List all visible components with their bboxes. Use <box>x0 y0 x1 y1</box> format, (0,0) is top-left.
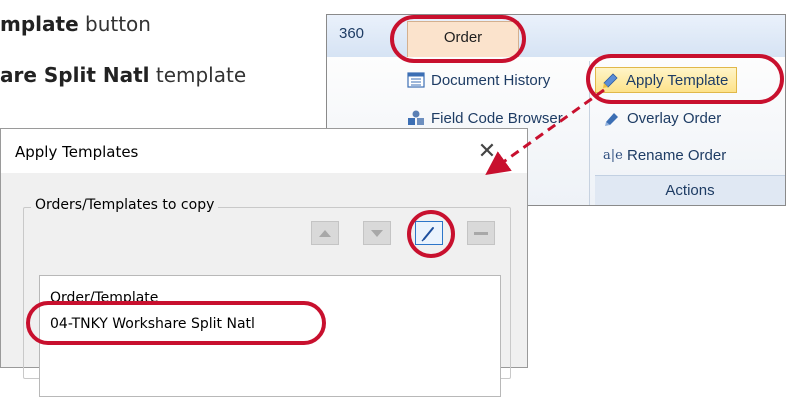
rename-icon: a|e <box>603 148 623 163</box>
ribbon-group-separator <box>589 61 590 205</box>
move-down-button[interactable] <box>363 221 391 245</box>
edit-button[interactable] <box>415 221 443 245</box>
overlay-order-label: Overlay Order <box>627 109 722 127</box>
triangle-up-icon <box>319 230 331 237</box>
instruction-line-1-bold: mplate <box>0 12 79 36</box>
document-history-button[interactable]: Document History <box>407 71 550 89</box>
tab-360[interactable]: 360 <box>339 25 364 42</box>
pencil-icon <box>421 227 434 242</box>
move-up-button[interactable] <box>311 221 339 245</box>
orders-templates-list[interactable]: Order/Template 04-TNKY Workshare Split N… <box>39 275 501 397</box>
overlay-order-icon <box>605 113 618 126</box>
remove-button[interactable] <box>467 221 495 245</box>
dialog-title: Apply Templates <box>15 143 139 161</box>
field-code-browser-icon <box>408 110 424 125</box>
minus-icon <box>474 232 488 235</box>
instruction-line-1-rest: button <box>78 12 151 36</box>
rename-order-label: Rename Order <box>627 147 727 164</box>
rename-order-button[interactable]: a|e Rename Order <box>603 147 726 164</box>
actions-group-label: Actions <box>595 175 785 205</box>
field-code-browser-label: Field Code Browser <box>431 109 563 127</box>
apply-templates-dialog: Apply Templates ✕ Orders/Templates to co… <box>0 128 528 397</box>
document-history-icon <box>407 72 425 88</box>
list-item[interactable]: 04-TNKY Workshare Split Natl <box>50 316 255 332</box>
apply-template-icon <box>603 73 618 88</box>
instruction-line-1: mplate button <box>0 12 151 36</box>
field-code-browser-button[interactable]: Field Code Browser <box>407 109 563 127</box>
document-history-label: Document History <box>431 71 551 89</box>
apply-template-label: Apply Template <box>626 71 729 89</box>
instruction-line-2-bold: are Split Natl <box>0 63 150 87</box>
groupbox-label: Orders/Templates to copy <box>31 197 219 213</box>
list-column-header: Order/Template <box>50 290 159 306</box>
ribbon-tab-bar: 360 Order <box>327 15 785 58</box>
overlay-order-button[interactable]: Overlay Order <box>603 109 721 127</box>
close-icon[interactable]: ✕ <box>473 137 501 165</box>
instruction-line-2: are Split Natl template <box>0 63 246 87</box>
apply-template-button[interactable]: Apply Template <box>595 67 738 93</box>
dialog-titlebar: Apply Templates ✕ <box>1 129 527 173</box>
tab-order[interactable]: Order <box>407 21 519 57</box>
instruction-line-2-rest: template <box>149 63 247 87</box>
triangle-down-icon <box>371 230 383 237</box>
